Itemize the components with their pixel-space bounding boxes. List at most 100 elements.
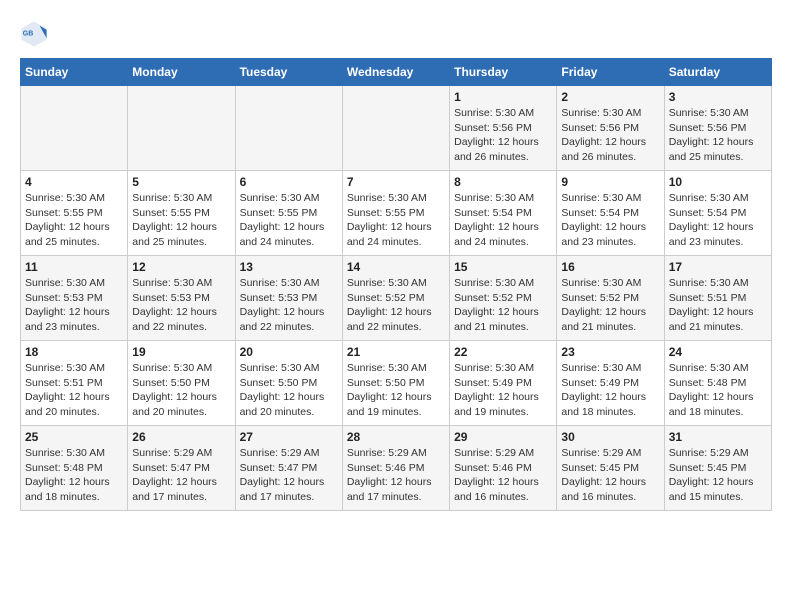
day-info: Sunrise: 5:30 AMSunset: 5:52 PMDaylight:… [347,276,445,335]
day-info: Sunrise: 5:29 AMSunset: 5:46 PMDaylight:… [454,446,552,505]
calendar-cell: 19 Sunrise: 5:30 AMSunset: 5:50 PMDayligh… [128,341,235,426]
calendar-cell [128,86,235,171]
day-number: 16 [561,260,659,274]
day-number: 14 [347,260,445,274]
day-info: Sunrise: 5:30 AMSunset: 5:53 PMDaylight:… [240,276,338,335]
day-number: 30 [561,430,659,444]
day-number: 5 [132,175,230,189]
weekday-header-monday: Monday [128,59,235,86]
day-number: 26 [132,430,230,444]
weekday-header-friday: Friday [557,59,664,86]
calendar-cell: 1 Sunrise: 5:30 AMSunset: 5:56 PMDaylight… [450,86,557,171]
calendar-cell: 27 Sunrise: 5:29 AMSunset: 5:47 PMDayligh… [235,426,342,511]
day-info: Sunrise: 5:29 AMSunset: 5:46 PMDaylight:… [347,446,445,505]
calendar-week-4: 18 Sunrise: 5:30 AMSunset: 5:51 PMDayligh… [21,341,772,426]
calendar-cell: 31Sunrise: 5:29 AMSunset: 5:45 PMDayligh… [664,426,771,511]
weekday-header-thursday: Thursday [450,59,557,86]
calendar-week-3: 11 Sunrise: 5:30 AMSunset: 5:53 PMDayligh… [21,256,772,341]
weekday-header-tuesday: Tuesday [235,59,342,86]
calendar-header: SundayMondayTuesdayWednesdayThursdayFrid… [21,59,772,86]
calendar-cell: 29 Sunrise: 5:29 AMSunset: 5:46 PMDayligh… [450,426,557,511]
day-info: Sunrise: 5:30 AMSunset: 5:50 PMDaylight:… [240,361,338,420]
calendar-cell: 13Sunrise: 5:30 AMSunset: 5:53 PMDayligh… [235,256,342,341]
day-number: 8 [454,175,552,189]
calendar-cell: 16Sunrise: 5:30 AMSunset: 5:52 PMDayligh… [557,256,664,341]
day-info: Sunrise: 5:30 AMSunset: 5:55 PMDaylight:… [132,191,230,250]
calendar-cell [342,86,449,171]
day-info: Sunrise: 5:30 AMSunset: 5:54 PMDaylight:… [561,191,659,250]
calendar-cell: 17Sunrise: 5:30 AMSunset: 5:51 PMDayligh… [664,256,771,341]
calendar-cell: 18 Sunrise: 5:30 AMSunset: 5:51 PMDayligh… [21,341,128,426]
day-info: Sunrise: 5:29 AMSunset: 5:45 PMDaylight:… [561,446,659,505]
day-info: Sunrise: 5:30 AMSunset: 5:49 PMDaylight:… [454,361,552,420]
day-number: 3 [669,90,767,104]
day-info: Sunrise: 5:30 AMSunset: 5:56 PMDaylight:… [454,106,552,165]
day-number: 18 [25,345,123,359]
day-number: 23 [561,345,659,359]
day-number: 7 [347,175,445,189]
calendar-week-1: 1 Sunrise: 5:30 AMSunset: 5:56 PMDaylight… [21,86,772,171]
day-info: Sunrise: 5:30 AMSunset: 5:49 PMDaylight:… [561,361,659,420]
weekday-header-wednesday: Wednesday [342,59,449,86]
calendar-cell: 6 Sunrise: 5:30 AMSunset: 5:55 PMDaylight… [235,171,342,256]
calendar-cell: 11Sunrise: 5:30 AMSunset: 5:53 PMDayligh… [21,256,128,341]
calendar-cell: 22 Sunrise: 5:30 AMSunset: 5:49 PMDayligh… [450,341,557,426]
day-info: Sunrise: 5:29 AMSunset: 5:47 PMDaylight:… [240,446,338,505]
day-number: 20 [240,345,338,359]
day-number: 15 [454,260,552,274]
calendar-cell: 5 Sunrise: 5:30 AMSunset: 5:55 PMDaylight… [128,171,235,256]
day-number: 27 [240,430,338,444]
day-number: 2 [561,90,659,104]
day-info: Sunrise: 5:30 AMSunset: 5:51 PMDaylight:… [669,276,767,335]
day-info: Sunrise: 5:30 AMSunset: 5:56 PMDaylight:… [561,106,659,165]
calendar-cell: 10 Sunrise: 5:30 AMSunset: 5:54 PMDayligh… [664,171,771,256]
calendar-cell: 23 Sunrise: 5:30 AMSunset: 5:49 PMDayligh… [557,341,664,426]
day-info: Sunrise: 5:30 AMSunset: 5:53 PMDaylight:… [132,276,230,335]
calendar-week-2: 4Sunrise: 5:30 AMSunset: 5:55 PMDaylight… [21,171,772,256]
day-number: 19 [132,345,230,359]
day-info: Sunrise: 5:30 AMSunset: 5:54 PMDaylight:… [669,191,767,250]
calendar-cell: 25Sunrise: 5:30 AMSunset: 5:48 PMDayligh… [21,426,128,511]
calendar-cell: 3 Sunrise: 5:30 AMSunset: 5:56 PMDaylight… [664,86,771,171]
calendar-cell: 7 Sunrise: 5:30 AMSunset: 5:55 PMDaylight… [342,171,449,256]
calendar-cell: 14 Sunrise: 5:30 AMSunset: 5:52 PMDayligh… [342,256,449,341]
day-number: 28 [347,430,445,444]
day-number: 1 [454,90,552,104]
day-info: Sunrise: 5:30 AMSunset: 5:56 PMDaylight:… [669,106,767,165]
calendar-cell: 30 Sunrise: 5:29 AMSunset: 5:45 PMDayligh… [557,426,664,511]
logo-icon: GB [20,20,48,48]
day-info: Sunrise: 5:30 AMSunset: 5:54 PMDaylight:… [454,191,552,250]
day-number: 21 [347,345,445,359]
calendar-body: 1 Sunrise: 5:30 AMSunset: 5:56 PMDaylight… [21,86,772,511]
calendar-cell: 9 Sunrise: 5:30 AMSunset: 5:54 PMDaylight… [557,171,664,256]
logo: GB [20,20,52,48]
calendar-cell: 2 Sunrise: 5:30 AMSunset: 5:56 PMDaylight… [557,86,664,171]
day-info: Sunrise: 5:30 AMSunset: 5:48 PMDaylight:… [669,361,767,420]
calendar-table: SundayMondayTuesdayWednesdayThursdayFrid… [20,58,772,511]
day-info: Sunrise: 5:30 AMSunset: 5:55 PMDaylight:… [240,191,338,250]
day-number: 24 [669,345,767,359]
day-info: Sunrise: 5:30 AMSunset: 5:55 PMDaylight:… [347,191,445,250]
day-number: 29 [454,430,552,444]
day-number: 6 [240,175,338,189]
day-info: Sunrise: 5:29 AMSunset: 5:47 PMDaylight:… [132,446,230,505]
calendar-cell: 21 Sunrise: 5:30 AMSunset: 5:50 PMDayligh… [342,341,449,426]
day-info: Sunrise: 5:30 AMSunset: 5:55 PMDaylight:… [25,191,123,250]
weekday-header-saturday: Saturday [664,59,771,86]
day-info: Sunrise: 5:30 AMSunset: 5:50 PMDaylight:… [132,361,230,420]
day-info: Sunrise: 5:29 AMSunset: 5:45 PMDaylight:… [669,446,767,505]
day-number: 10 [669,175,767,189]
calendar-cell: 20 Sunrise: 5:30 AMSunset: 5:50 PMDayligh… [235,341,342,426]
day-info: Sunrise: 5:30 AMSunset: 5:51 PMDaylight:… [25,361,123,420]
day-info: Sunrise: 5:30 AMSunset: 5:50 PMDaylight:… [347,361,445,420]
calendar-cell: 15Sunrise: 5:30 AMSunset: 5:52 PMDayligh… [450,256,557,341]
calendar-cell: 26 Sunrise: 5:29 AMSunset: 5:47 PMDayligh… [128,426,235,511]
calendar-week-5: 25Sunrise: 5:30 AMSunset: 5:48 PMDayligh… [21,426,772,511]
weekday-header-sunday: Sunday [21,59,128,86]
day-number: 9 [561,175,659,189]
weekday-row: SundayMondayTuesdayWednesdayThursdayFrid… [21,59,772,86]
calendar-cell [235,86,342,171]
day-number: 11 [25,260,123,274]
calendar-cell: 28 Sunrise: 5:29 AMSunset: 5:46 PMDayligh… [342,426,449,511]
day-number: 22 [454,345,552,359]
